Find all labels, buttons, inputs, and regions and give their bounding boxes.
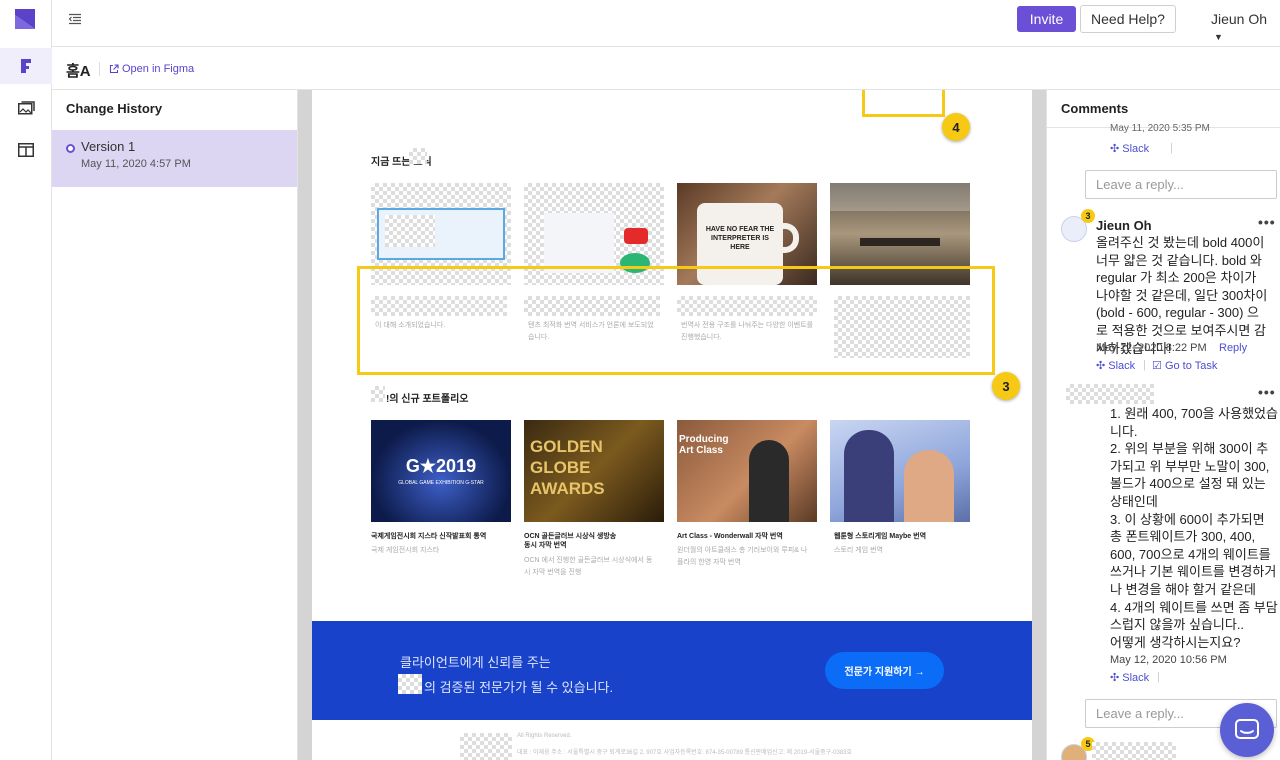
comment-body: 올려주신 것 봤는데 bold 400이 너무 얇은 것 같습니다. bold … bbox=[1096, 235, 1268, 356]
comment-body: 1. 원래 400, 700을 사용했었습니다. 2. 위의 부분을 위해 30… bbox=[1110, 406, 1278, 650]
expert-banner: 클라이언트에게 신뢰를 주는 의 검증된 전문가가 될 수 있습니다. 전문가 … bbox=[312, 621, 1032, 720]
comment-pin-3[interactable]: 3 bbox=[992, 372, 1020, 400]
portfolio-desc-2: OCN 에서 진행한 골든글러브 시상식에서 동시 자막 번역을 진행 bbox=[524, 557, 653, 576]
layout-icon bbox=[18, 143, 34, 157]
change-history-panel: Change History Version 1 May 11, 2020 4:… bbox=[52, 90, 298, 760]
comment-number-badge: 3 bbox=[1081, 209, 1095, 223]
footer-logo-placeholder bbox=[460, 733, 512, 760]
divider: | bbox=[1170, 142, 1173, 154]
task-checkbox-icon: ☑ bbox=[1152, 360, 1162, 372]
version-date: May 11, 2020 4:57 PM bbox=[81, 158, 191, 170]
divider bbox=[99, 62, 100, 76]
portfolio-thumb-art-class: Producing Art Class bbox=[677, 420, 817, 522]
rail-item-figma[interactable] bbox=[0, 48, 52, 84]
golden-globe-text: GOLDEN GLOBE AWARDS bbox=[530, 437, 605, 498]
comment-date: May 11, 2020 5:35 PM bbox=[1110, 123, 1210, 134]
blurred-placeholder bbox=[398, 674, 422, 694]
portfolio-desc-4: 스토리 게임 번역 bbox=[834, 547, 883, 554]
gstar-sub: GLOBAL GAME EXHIBITION G-STAR bbox=[398, 480, 484, 486]
user-name: Jieun Oh bbox=[1211, 11, 1268, 27]
mug-text: HAVE NO FEAR THE INTERPRETER IS HERE bbox=[705, 226, 775, 251]
divider: | bbox=[1143, 359, 1146, 371]
slack-icon: ✣ bbox=[1096, 360, 1106, 372]
go-to-task-link[interactable]: ☑ Go to Task bbox=[1152, 359, 1217, 372]
blurred-author-placeholder bbox=[1092, 742, 1176, 760]
slack-label: Slack bbox=[1122, 672, 1150, 684]
portfolio-title-3: Art Class - Wonderwall 자막 번역 bbox=[677, 533, 783, 540]
more-options-icon[interactable]: ••• bbox=[1258, 214, 1276, 230]
portfolio-title-2: OCN 골든글러브 시상식 생방송 동시 자막 번역 bbox=[524, 533, 617, 549]
slack-label: Slack bbox=[1108, 360, 1136, 372]
change-history-title: Change History bbox=[66, 101, 163, 116]
page-title: 홈A bbox=[66, 63, 91, 80]
slack-link[interactable]: ✣ Slack bbox=[1096, 359, 1135, 372]
blurred-author-placeholder bbox=[1066, 384, 1154, 404]
portfolio-title-4: 웹툰형 스토리게임 Maybe 번역 bbox=[834, 533, 927, 540]
comments-title: Comments bbox=[1061, 101, 1129, 116]
go-to-task-label: Go to Task bbox=[1164, 360, 1218, 372]
rail-item-layout[interactable] bbox=[0, 132, 52, 168]
slack-icon: ✣ bbox=[1110, 143, 1120, 155]
chevron-down-icon: ▼ bbox=[1214, 32, 1223, 42]
reply-input[interactable]: Leave a reply... bbox=[1085, 170, 1277, 199]
more-options-icon[interactable]: ••• bbox=[1258, 384, 1276, 400]
invite-button[interactable]: Invite bbox=[1017, 6, 1076, 32]
page-header: 홈A Open in Figma bbox=[52, 48, 1280, 90]
gstar-text: G★2019 bbox=[405, 456, 477, 476]
comment-date: May 12, 2020 8:22 PM bbox=[1096, 342, 1207, 354]
portfolio-thumb-gstar: G★2019 GLOBAL GAME EXHIBITION G-STAR bbox=[371, 420, 511, 522]
top-bar: Invite Need Help? Jieun Oh ▼ bbox=[52, 0, 1280, 47]
rail-item-gallery[interactable] bbox=[0, 90, 52, 126]
apply-expert-button[interactable]: 전문가 지원하기 → bbox=[825, 652, 944, 689]
chat-launcher-button[interactable] bbox=[1220, 703, 1274, 757]
portfolio-thumb-maybe bbox=[830, 420, 970, 522]
slack-label: Slack bbox=[1122, 143, 1150, 155]
chat-icon bbox=[1235, 719, 1259, 739]
version-name: Version 1 bbox=[81, 139, 136, 154]
slack-icon: ✣ bbox=[1110, 672, 1120, 684]
footer-copyright: All Rights Reserved. bbox=[517, 733, 572, 739]
portfolio-desc-3: 원더월의 아트클래스 총 기러보이와 루피& 나플라의 한영 자막 번역 bbox=[677, 547, 808, 566]
blurred-placeholder bbox=[371, 386, 385, 402]
slack-link[interactable]: ✣ Slack bbox=[1110, 671, 1149, 684]
version-item[interactable]: Version 1 May 11, 2020 4:57 PM bbox=[52, 130, 297, 187]
open-in-figma-label: Open in Figma bbox=[122, 63, 195, 75]
portfolio-title-1: 국제게임전시회 지스타 신작발표회 통역 bbox=[371, 533, 487, 540]
open-in-figma-link[interactable]: Open in Figma bbox=[109, 63, 194, 75]
menu-collapse-icon[interactable] bbox=[68, 13, 82, 25]
footer-company-info: 대표 : 이재웅 주소 : 서울특별시 중구 퇴계로36길 2, 907호 사업… bbox=[517, 750, 853, 756]
portfolio-thumb-golden-globe: GOLDEN GLOBE AWARDS bbox=[524, 420, 664, 522]
comment-author: Jieun Oh bbox=[1096, 218, 1152, 233]
banner-line-2: 의 검증된 전문가가 될 수 있습니다. bbox=[424, 680, 614, 695]
comments-panel: Comments May 11, 2020 5:35 PM ✣ Slack | … bbox=[1046, 90, 1280, 760]
portfolio-section-title: !의 신규 포트폴리오 bbox=[386, 394, 469, 405]
need-help-button[interactable]: Need Help? bbox=[1080, 5, 1176, 33]
design-page: 4 지금 뜨는 소식 HAVE NO FEAR THE INTERPRETER … bbox=[312, 90, 1032, 760]
design-canvas[interactable]: 4 지금 뜨는 소식 HAVE NO FEAR THE INTERPRETER … bbox=[298, 90, 1046, 760]
divider: | bbox=[1157, 671, 1160, 683]
annotation-frame-3[interactable] bbox=[357, 266, 995, 375]
annotation-frame-4[interactable] bbox=[862, 90, 945, 117]
brand-logo-icon[interactable] bbox=[15, 9, 35, 29]
comment-date: May 12, 2020 10:56 PM bbox=[1110, 654, 1227, 666]
figma-icon bbox=[21, 59, 31, 73]
version-radio-icon bbox=[66, 144, 75, 153]
banner-line-1: 클라이언트에게 신뢰를 주는 bbox=[400, 655, 551, 670]
comment-pin-4[interactable]: 4 bbox=[942, 113, 970, 141]
gallery-icon bbox=[17, 101, 35, 115]
blurred-placeholder bbox=[409, 148, 427, 164]
slack-link[interactable]: ✣ Slack bbox=[1110, 142, 1149, 155]
portfolio-desc-1: 국제 게임전시회 지스타 bbox=[371, 547, 440, 554]
user-menu[interactable]: Jieun Oh ▼ bbox=[1211, 11, 1280, 43]
reply-link[interactable]: Reply bbox=[1219, 342, 1247, 354]
icon-rail bbox=[0, 0, 52, 760]
art-class-text: Producing Art Class bbox=[679, 434, 729, 456]
external-link-icon bbox=[109, 64, 119, 74]
